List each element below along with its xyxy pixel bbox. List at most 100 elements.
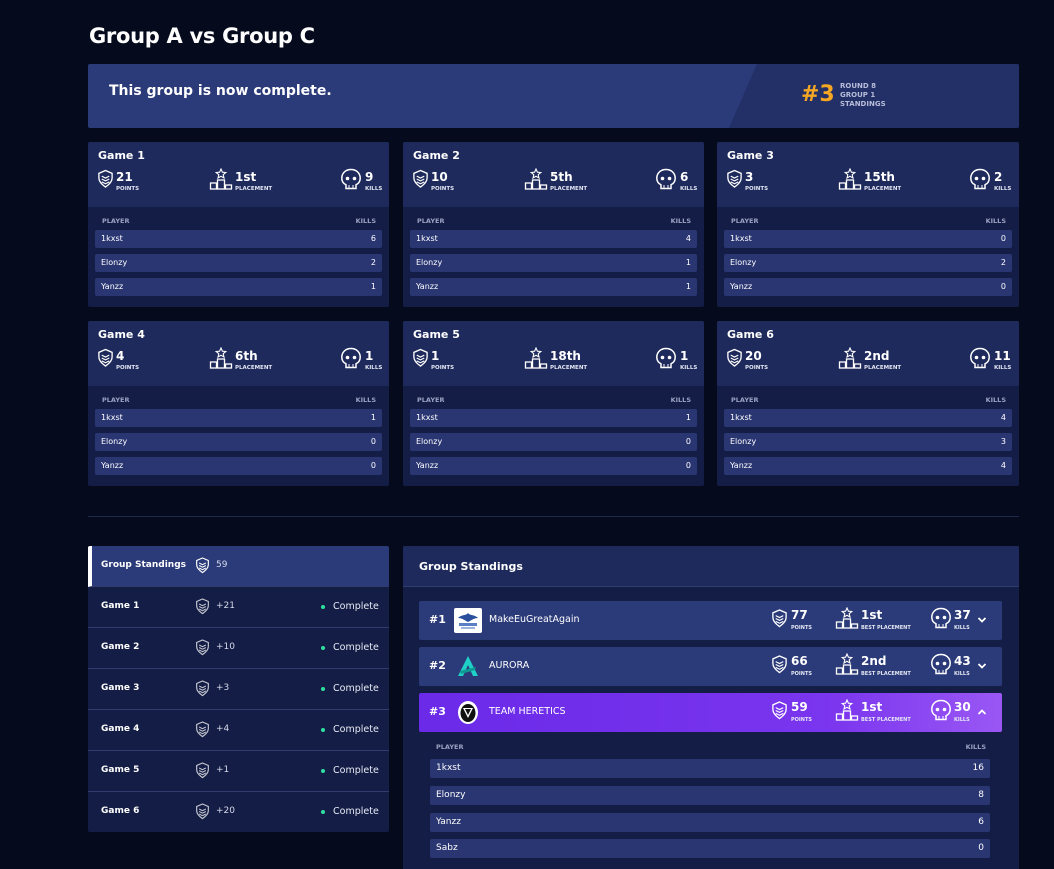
placement-label: PLACEMENT: [864, 365, 902, 371]
player-row: 1kxst 1: [410, 409, 697, 427]
nav-item-game-1[interactable]: Game 1 +21 Complete: [88, 587, 389, 628]
game-title: Game 4: [98, 328, 145, 341]
placement-value: 6th: [235, 349, 258, 363]
player-column-header: PLAYER: [102, 396, 130, 404]
team-points-label: POINTS: [791, 717, 812, 723]
expanded-column-headers: PLAYER KILLS: [436, 743, 986, 751]
points-label: POINTS: [745, 365, 769, 371]
game-card-header: Game 2 10 POINTS 5th PLACEMENT 6 KILLS: [403, 142, 704, 207]
skull-icon: [969, 168, 991, 190]
player-row: Yanzz 1: [95, 278, 382, 296]
chevron-up-icon[interactable]: [977, 705, 987, 719]
team-row-2[interactable]: #2 AURORA 66 POINTS 2nd BEST PLACEMENT 4…: [419, 647, 1002, 686]
player-name: Yanzz: [436, 817, 461, 827]
player-kills: 6: [978, 817, 984, 827]
player-name: Yanzz: [101, 461, 124, 470]
team-row-1[interactable]: #1 MakeEuGreatAgain 77 POINTS 1st BEST P…: [419, 601, 1002, 640]
chevron-shield-icon: [412, 347, 429, 369]
player-kills: 0: [978, 843, 984, 853]
chevron-down-icon[interactable]: [977, 613, 987, 627]
team-points-label: POINTS: [791, 671, 812, 677]
points-value: 21: [116, 170, 133, 184]
nav-item-status: Complete: [333, 765, 379, 776]
nav-item-points: +3: [216, 683, 230, 693]
kills-column-header: KILLS: [355, 217, 376, 225]
podium-icon: [524, 347, 548, 369]
player-row: Elonzy 0: [95, 433, 382, 451]
skull-icon: [340, 168, 362, 190]
team-best-placement-label: BEST PLACEMENT: [861, 625, 911, 631]
kills-label: KILLS: [994, 365, 1012, 371]
team-points-label: POINTS: [791, 625, 812, 631]
section-divider: [88, 516, 1019, 517]
chevron-shield-icon: [97, 168, 114, 190]
player-kills: 2: [370, 258, 376, 267]
chevron-shield-icon: [195, 679, 210, 698]
kills-value: 6: [680, 170, 689, 184]
player-kills: 1: [370, 282, 376, 291]
banner-meta: ROUND 8 GROUP 1 STANDINGS: [840, 82, 886, 109]
player-row: Yanzz 0: [410, 457, 697, 475]
skull-icon: [930, 699, 952, 721]
standings-header: Group Standings: [403, 546, 1019, 587]
nav-item-game-6[interactable]: Game 6 +20 Complete: [88, 792, 389, 832]
placement-label: PLACEMENT: [864, 186, 902, 192]
team-rank: #1: [429, 613, 446, 626]
eagle-logo-icon: [458, 613, 478, 629]
nav-item-status: Complete: [333, 601, 379, 612]
chevron-shield-icon: [195, 761, 210, 780]
nav-item-points: +4: [216, 724, 230, 734]
nav-item-status: Complete: [333, 642, 379, 653]
kills-value: 11: [994, 349, 1011, 363]
team-rank: #2: [429, 659, 446, 672]
column-headers: PLAYER KILLS: [417, 396, 691, 404]
nav-item-game-4[interactable]: Game 4 +4 Complete: [88, 710, 389, 751]
game-title: Game 3: [727, 149, 774, 162]
player-name: 1kxst: [101, 234, 123, 243]
player-kills: 0: [1000, 282, 1006, 291]
player-name: 1kxst: [436, 763, 461, 773]
column-headers: PLAYER KILLS: [417, 217, 691, 225]
nav-item-game-2[interactable]: Game 2 +10 Complete: [88, 628, 389, 669]
player-row: Elonzy 2: [724, 254, 1012, 272]
nav-item-game-3[interactable]: Game 3 +3 Complete: [88, 669, 389, 710]
complete-status-dot: [321, 810, 325, 814]
points-value: 1: [431, 349, 440, 363]
player-name: Yanzz: [730, 282, 753, 291]
kills-column-header: KILLS: [985, 217, 1006, 225]
points-label: POINTS: [116, 365, 140, 371]
chevron-down-icon[interactable]: [977, 659, 987, 673]
kills-value: 1: [680, 349, 689, 363]
kills-label: KILLS: [365, 365, 383, 371]
player-row: Yanzz 4: [724, 457, 1012, 475]
kills-column-header: KILLS: [965, 743, 986, 751]
team-row-3[interactable]: #3 TEAM HERETICS 59 POINTS 1st BEST PLAC…: [419, 693, 1002, 732]
chevron-shield-icon: [726, 168, 743, 190]
player-kills: 1: [370, 413, 376, 422]
column-headers: PLAYER KILLS: [731, 396, 1006, 404]
nav-item-game-5[interactable]: Game 5 +1 Complete: [88, 751, 389, 792]
player-name: Elonzy: [101, 258, 128, 267]
banner-meta-round: ROUND 8: [840, 82, 877, 90]
player-row: Elonzy 2: [95, 254, 382, 272]
player-kills: 1: [685, 258, 691, 267]
team-kills-value: 30: [954, 700, 971, 714]
banner-meta-standings: STANDINGS: [840, 100, 886, 108]
player-kills: 4: [1000, 413, 1006, 422]
player-kills: 2: [1000, 258, 1006, 267]
game-card-header: Game 5 1 POINTS 18th PLACEMENT 1 KILLS: [403, 321, 704, 386]
skull-icon: [930, 653, 952, 675]
player-name: Sabz: [436, 843, 458, 853]
game-card-3: Game 3 3 POINTS 15th PLACEMENT 2 KILLS P…: [717, 142, 1019, 307]
points-label: POINTS: [431, 365, 455, 371]
player-column-header: PLAYER: [731, 396, 759, 404]
podium-icon: [524, 168, 548, 190]
placement-label: PLACEMENT: [235, 365, 273, 371]
nav-item-group-standings[interactable]: Group Standings 59: [88, 546, 389, 587]
banner-meta-group: GROUP 1: [840, 91, 876, 99]
podium-icon: [838, 347, 862, 369]
team-best-placement-value: 1st: [861, 700, 883, 714]
kills-value: 2: [994, 170, 1003, 184]
placement-label: PLACEMENT: [235, 186, 273, 192]
chevron-shield-icon: [195, 638, 210, 657]
